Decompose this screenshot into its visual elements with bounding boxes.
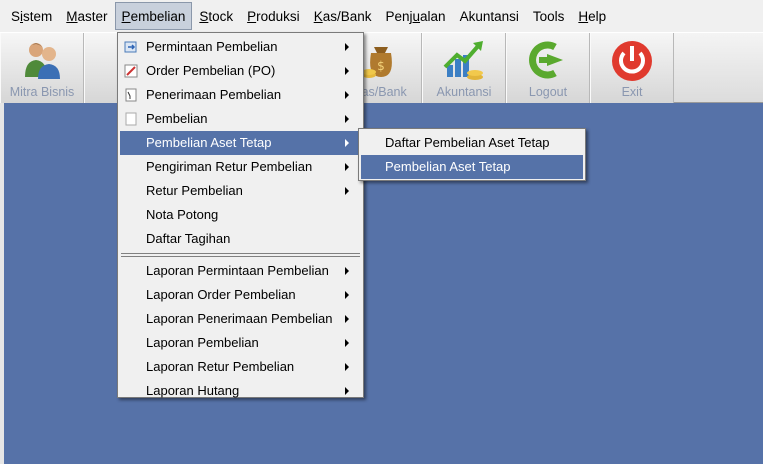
aset-tetap-submenu: Daftar Pembelian Aset Tetap Pembelian As… [358, 128, 586, 181]
logout-arrow-icon [529, 41, 563, 79]
pembelian-dropdown: Permintaan Pembelian Order Pembelian (PO… [117, 32, 364, 398]
receive-icon [125, 88, 137, 102]
menu-master[interactable]: Master [59, 2, 114, 30]
users-icon [25, 43, 60, 79]
menu-pembelian[interactable]: Pembelian [114, 2, 193, 30]
toolbar-label: Mitra Bisnis [9, 85, 75, 99]
toolbar-label: Exit [621, 85, 643, 99]
menu-separator [121, 253, 360, 257]
menu-akuntansi[interactable]: Akuntansi [453, 2, 526, 30]
submenu-item-daftar-pembelian-aset-tetap[interactable]: Daftar Pembelian Aset Tetap [361, 131, 583, 155]
menu-produksi[interactable]: Produksi [240, 2, 307, 30]
submenu-item-pembelian-aset-tetap[interactable]: Pembelian Aset Tetap [361, 155, 583, 179]
menu-penjualan[interactable]: Penjualan [378, 2, 452, 30]
menu-item-laporan-order-pembelian[interactable]: Laporan Order Pembelian [120, 283, 361, 307]
menu-kas-bank[interactable]: Kas/Bank [307, 2, 379, 30]
menu-item-order-pembelian[interactable]: Order Pembelian (PO) [120, 59, 361, 83]
toolbar-mitra-bisnis-button[interactable]: Mitra Bisnis [0, 33, 84, 103]
menu-tools[interactable]: Tools [526, 2, 572, 30]
request-icon [124, 41, 137, 53]
menu-item-laporan-penerimaan-pembelian[interactable]: Laporan Penerimaan Pembelian [120, 307, 361, 331]
toolbar: Mitra Bisnis Pe $ Kas/Bank Akuntansi [0, 32, 763, 103]
menu-sistem[interactable]: Sistem [4, 2, 59, 30]
toolbar-label: Logout [528, 85, 568, 99]
menu-item-laporan-hutang[interactable]: Laporan Hutang [120, 379, 361, 403]
toolbar-label: Akuntansi [436, 85, 492, 99]
menu-item-nota-potong[interactable]: Nota Potong [120, 203, 361, 227]
menu-item-laporan-pembelian[interactable]: Laporan Pembelian [120, 331, 361, 355]
menu-item-permintaan-pembelian[interactable]: Permintaan Pembelian [120, 35, 361, 59]
menu-item-laporan-permintaan-pembelian[interactable]: Laporan Permintaan Pembelian [120, 259, 361, 283]
menu-item-penerimaan-pembelian[interactable]: Penerimaan Pembelian [120, 83, 361, 107]
menu-stock[interactable]: Stock [192, 2, 240, 30]
menu-bar: Sistem Master Pembelian Stock Produksi K… [0, 0, 763, 32]
menu-item-pengiriman-retur-pembelian[interactable]: Pengiriman Retur Pembelian [120, 155, 361, 179]
menu-help[interactable]: Help [571, 2, 613, 30]
order-icon [124, 64, 138, 78]
document-icon [125, 112, 137, 126]
menu-item-pembelian-aset-tetap[interactable]: Pembelian Aset Tetap [120, 131, 361, 155]
chart-growth-icon [443, 41, 483, 80]
toolbar-exit-button[interactable]: Exit [590, 33, 674, 103]
toolbar-akuntansi-button[interactable]: Akuntansi [422, 33, 506, 103]
menu-item-retur-pembelian[interactable]: Retur Pembelian [120, 179, 361, 203]
menu-item-pembelian[interactable]: Pembelian [120, 107, 361, 131]
menu-item-daftar-tagihan[interactable]: Daftar Tagihan [120, 227, 361, 251]
power-icon [612, 41, 652, 81]
toolbar-logout-button[interactable]: Logout [506, 33, 590, 103]
menu-item-laporan-retur-pembelian[interactable]: Laporan Retur Pembelian [120, 355, 361, 379]
svg-text:$: $ [377, 59, 385, 73]
